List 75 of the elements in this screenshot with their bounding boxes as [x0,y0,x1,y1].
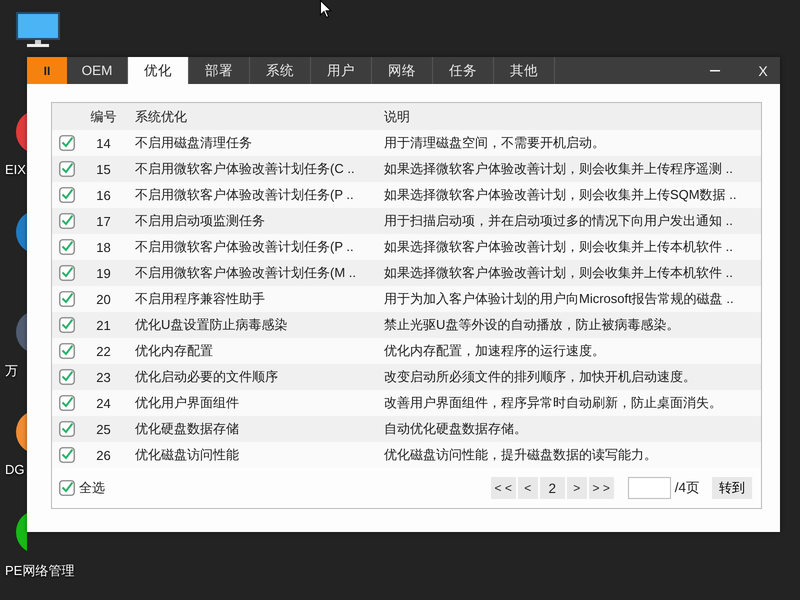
next-page-button[interactable]: > [566,477,587,499]
icon-label: EIX [4,162,26,177]
row-number: 19 [95,266,112,280]
table-cell-text: 优化启动必要的文件顺序 [134,368,279,386]
table-cell-text: 优化磁盘访问性能，提升磁盘数据的读写能力。 [384,446,658,464]
previous-page-button[interactable]: < [518,477,538,499]
checkbox[interactable] [59,161,75,177]
row-number: 25 [95,422,112,436]
table-cell-text: 禁止光驱U盘等外设的自动播放，防止被病毒感染。 [384,316,680,334]
page-button[interactable]: 2 [540,477,565,499]
row-number: 26 [95,448,112,462]
checkbox[interactable] [59,343,75,359]
icon-label: DG [4,462,24,477]
checkbox[interactable] [59,291,75,307]
column-header: 系统优化 [134,108,188,126]
table-cell-text: 用于扫描启动项，并在启动项过多的情况下向用户发出通知 .. [384,212,734,230]
table-cell-text: 不启用微软客户体验改善计划任务(C .. [134,160,356,178]
minimize-icon[interactable] [710,70,720,72]
row-number: 23 [95,370,112,384]
checkbox[interactable] [59,480,75,496]
table-cell-text: 如果选择微软客户体验改善计划，则会收集并上传本机软件 .. [384,264,734,282]
checkbox[interactable] [59,369,75,385]
checkbox[interactable] [59,213,75,229]
icon-label: 万 [4,362,18,380]
checkbox[interactable] [59,135,75,151]
checkbox[interactable] [59,239,75,255]
table-cell-text: 不启用启动项监测任务 [134,212,266,230]
checkbox[interactable] [59,447,75,463]
row-number: 18 [95,240,112,254]
cursor-icon [320,0,332,19]
table-cell-text: 优化U盘设置防止病毒感染 [134,316,288,334]
tab[interactable]: 优化 [128,57,189,84]
table-cell-text: 如果选择微软客户体验改善计划，则会收集并上传程序遥测 .. [384,160,734,178]
checkbox[interactable] [59,187,75,203]
table-cell-text: 不启用程序兼容性助手 [134,290,266,308]
select-all-label: 全选 [79,479,105,497]
checkbox[interactable] [59,265,75,281]
go-button[interactable]: 转到 [712,477,752,499]
table-cell-text: 如果选择微软客户体验改善计划，则会收集并上传SQM数据 .. [384,186,738,204]
table-cell-text: 用于清理磁盘空间，不需要开机启动。 [384,134,606,152]
row-number: 20 [95,292,112,306]
page-total: /4页 [674,479,700,497]
checkbox[interactable] [59,317,75,333]
icon-label: PE网络管理 [4,562,74,580]
table-cell-text: 不启用磁盘清理任务 [134,134,253,152]
table-cell-text: 优化用户界面组件 [134,394,240,412]
table-cell-text: 优化内存配置 [134,342,214,360]
row-number: 24 [95,396,112,410]
table-cell-text: 不启用微软客户体验改善计划任务(M .. [134,264,357,282]
row-number: 21 [95,318,112,332]
monitor-icon[interactable] [16,12,60,48]
table-cell-text: 改变启动所必须文件的排列顺序，加快开机启动速度。 [384,368,697,386]
table-cell-text: 优化硬盘数据存储 [134,420,240,438]
table-cell-text: 优化内存配置，加速程序的运行速度。 [384,342,606,360]
row-number: 22 [95,344,112,358]
table-cell-text: 改善用户界面组件，程序异常时自动刷新，防止桌面消失。 [384,394,723,412]
first-page-button[interactable]: < < [490,477,516,499]
column-header: 编号 [90,108,118,126]
row-number: 17 [95,214,112,228]
table-cell-text: 自动优化硬盘数据存储。 [384,420,528,438]
checkbox[interactable] [59,395,75,411]
table-cell-text: 如果选择微软客户体验改善计划，则会收集并上传本机软件 .. [384,238,734,256]
page-input[interactable] [628,477,671,499]
column-header: 说明 [384,108,411,126]
row-number: 15 [95,162,112,176]
table-cell-text: 不启用微软客户体验改善计划任务(P .. [134,238,355,256]
close-button[interactable]: X [748,57,778,84]
table-cell-text: 优化磁盘访问性能 [134,446,240,464]
row-number: 14 [95,136,112,150]
last-page-button[interactable]: > > [588,477,614,499]
row-number: 16 [95,188,112,202]
table-cell-text: 不启用微软客户体验改善计划任务(P .. [134,186,355,204]
table-cell-text: 用于为加入客户体验计划的用户向Microsoft报告常规的磁盘 .. [384,290,735,308]
checkbox[interactable] [59,421,75,437]
pause-button[interactable]: II [27,57,67,84]
